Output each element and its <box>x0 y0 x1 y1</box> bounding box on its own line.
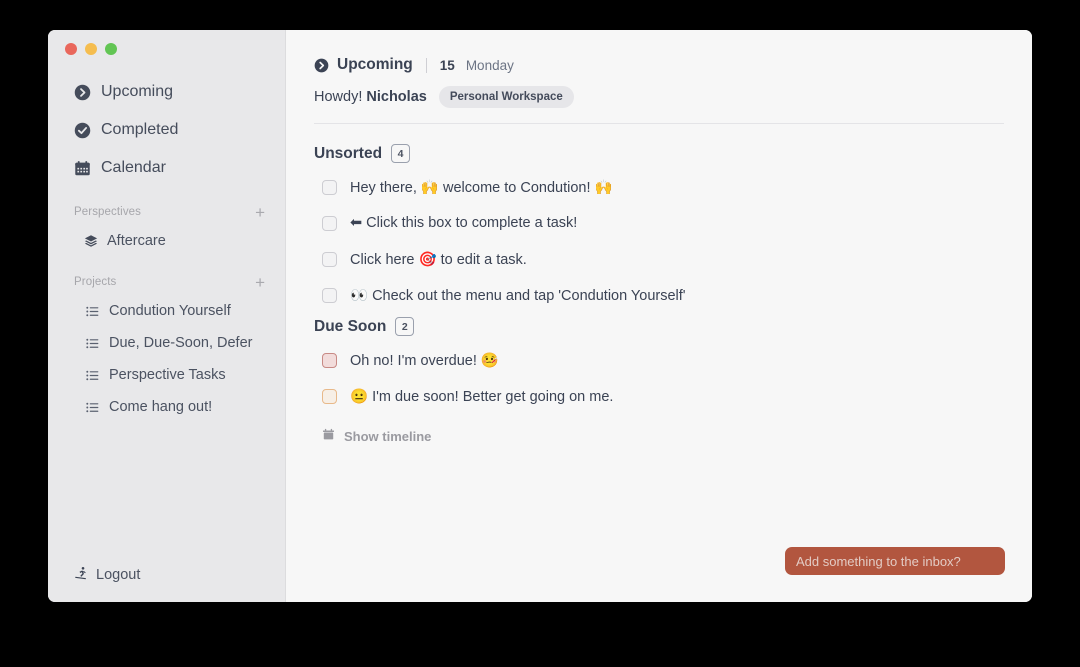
user-name: Nicholas <box>366 89 427 105</box>
task-checkbox-due-soon[interactable] <box>322 388 337 404</box>
perspectives-section-header: Perspectives + <box>48 199 285 225</box>
task-checkbox[interactable] <box>322 179 337 195</box>
sidebar-item-come-hang-out[interactable]: Come hang out! <box>48 391 285 423</box>
task-checkbox-overdue[interactable] <box>322 352 337 368</box>
sidebar-item-label: Due, Due-Soon, Defer <box>109 335 253 351</box>
zoom-button[interactable] <box>105 43 117 55</box>
main-content: Upcoming 15 Monday Howdy! Nicholas Perso… <box>286 30 1032 602</box>
task-label: Oh no! I'm overdue! 🤒 <box>350 352 499 369</box>
perspectives-title: Perspectives <box>74 206 142 218</box>
sidebar-item-label: Upcoming <box>101 83 174 100</box>
task-label: ⬅ Click this box to complete a task! <box>350 215 578 231</box>
date-day: Monday <box>465 57 514 73</box>
show-timeline-button[interactable]: Show timeline <box>322 428 1004 444</box>
projects-title: Projects <box>74 276 117 288</box>
list-icon <box>86 304 100 318</box>
sidebar-item-label: Aftercare <box>107 233 166 249</box>
close-button[interactable] <box>65 43 77 55</box>
skier-icon <box>74 566 88 584</box>
task-label: 👀 Check out the menu and tap 'Condution … <box>350 287 686 304</box>
task-row[interactable]: Hey there, 🙌 welcome to Condution! 🙌 <box>314 169 1004 205</box>
task-row[interactable]: Click here 🎯 to edit a task. <box>314 241 1004 277</box>
sidebar: Upcoming Completed Calendar Perspectives… <box>48 30 286 602</box>
layers-icon <box>84 234 98 248</box>
task-label: Click here 🎯 to edit a task. <box>350 251 527 268</box>
group-count-badge: 2 <box>395 317 415 336</box>
app-window: Upcoming Completed Calendar Perspectives… <box>48 30 1032 602</box>
group-title: Due Soon <box>314 317 387 335</box>
sidebar-item-label: Perspective Tasks <box>109 367 226 383</box>
task-label: Hey there, 🙌 welcome to Condution! 🙌 <box>350 179 613 196</box>
workspace-badge[interactable]: Personal Workspace <box>438 86 574 108</box>
projects-section-header: Projects + <box>48 269 285 295</box>
chevron-right-circle-icon <box>74 84 91 101</box>
inbox-placeholder: Add something to the inbox? <box>796 553 961 569</box>
task-row[interactable]: Oh no! I'm overdue! 🤒 <box>314 342 1004 378</box>
group-header-due-soon: Due Soon 2 <box>314 317 1004 336</box>
show-timeline-label: Show timeline <box>344 428 432 444</box>
sidebar-item-condution-yourself[interactable]: Condution Yourself <box>48 295 285 327</box>
page-header: Upcoming 15 Monday Howdy! Nicholas Perso… <box>286 30 1032 124</box>
logout-button[interactable]: Logout <box>74 566 140 584</box>
task-checkbox[interactable] <box>322 251 337 267</box>
sidebar-item-upcoming[interactable]: Upcoming <box>48 73 285 111</box>
task-label: 😐 I'm due soon! Better get going on me. <box>350 388 614 405</box>
add-perspective-button[interactable]: + <box>253 204 267 221</box>
page-title: Upcoming <box>337 56 413 73</box>
task-row[interactable]: 😐 I'm due soon! Better get going on me. <box>314 378 1004 414</box>
breadcrumb-divider <box>425 57 427 73</box>
sidebar-item-aftercare[interactable]: Aftercare <box>48 225 285 257</box>
greeting: Howdy! Nicholas <box>314 89 427 105</box>
list-icon <box>86 400 100 414</box>
sidebar-item-label: Completed <box>101 121 179 138</box>
task-list: Unsorted 4 Hey there, 🙌 welcome to Condu… <box>286 124 1032 444</box>
sidebar-item-completed[interactable]: Completed <box>48 111 285 149</box>
group-count-badge: 4 <box>391 144 411 163</box>
inbox-input[interactable]: Add something to the inbox? <box>785 547 1005 575</box>
breadcrumb: Upcoming 15 Monday <box>314 56 1004 74</box>
sidebar-item-perspective-tasks[interactable]: Perspective Tasks <box>48 359 285 391</box>
list-icon <box>86 368 100 382</box>
task-checkbox[interactable] <box>322 287 337 303</box>
sidebar-item-calendar[interactable]: Calendar <box>48 149 285 187</box>
task-row[interactable]: 👀 Check out the menu and tap 'Condution … <box>314 277 1004 313</box>
sidebar-item-label: Condution Yourself <box>109 303 231 319</box>
check-circle-icon <box>74 122 91 139</box>
sidebar-item-label: Calendar <box>101 159 166 176</box>
logout-label: Logout <box>96 567 141 583</box>
calendar-icon <box>322 428 335 444</box>
add-project-button[interactable]: + <box>253 274 267 291</box>
window-controls <box>48 30 285 55</box>
date-number: 15 <box>439 57 455 73</box>
group-header-unsorted: Unsorted 4 <box>314 144 1004 163</box>
minimize-button[interactable] <box>85 43 97 55</box>
primary-nav: Upcoming Completed Calendar <box>48 73 285 187</box>
list-icon <box>86 336 100 350</box>
greeting-prefix: Howdy! <box>314 89 363 105</box>
sidebar-item-due-due-soon-defer[interactable]: Due, Due-Soon, Defer <box>48 327 285 359</box>
chevron-right-circle-icon <box>314 58 329 73</box>
sidebar-item-label: Come hang out! <box>109 399 213 415</box>
group-title: Unsorted <box>314 144 383 162</box>
calendar-icon <box>74 160 91 177</box>
task-checkbox[interactable] <box>322 215 337 231</box>
greeting-row: Howdy! Nicholas Personal Workspace <box>314 86 1004 108</box>
task-row[interactable]: ⬅ Click this box to complete a task! <box>314 205 1004 241</box>
